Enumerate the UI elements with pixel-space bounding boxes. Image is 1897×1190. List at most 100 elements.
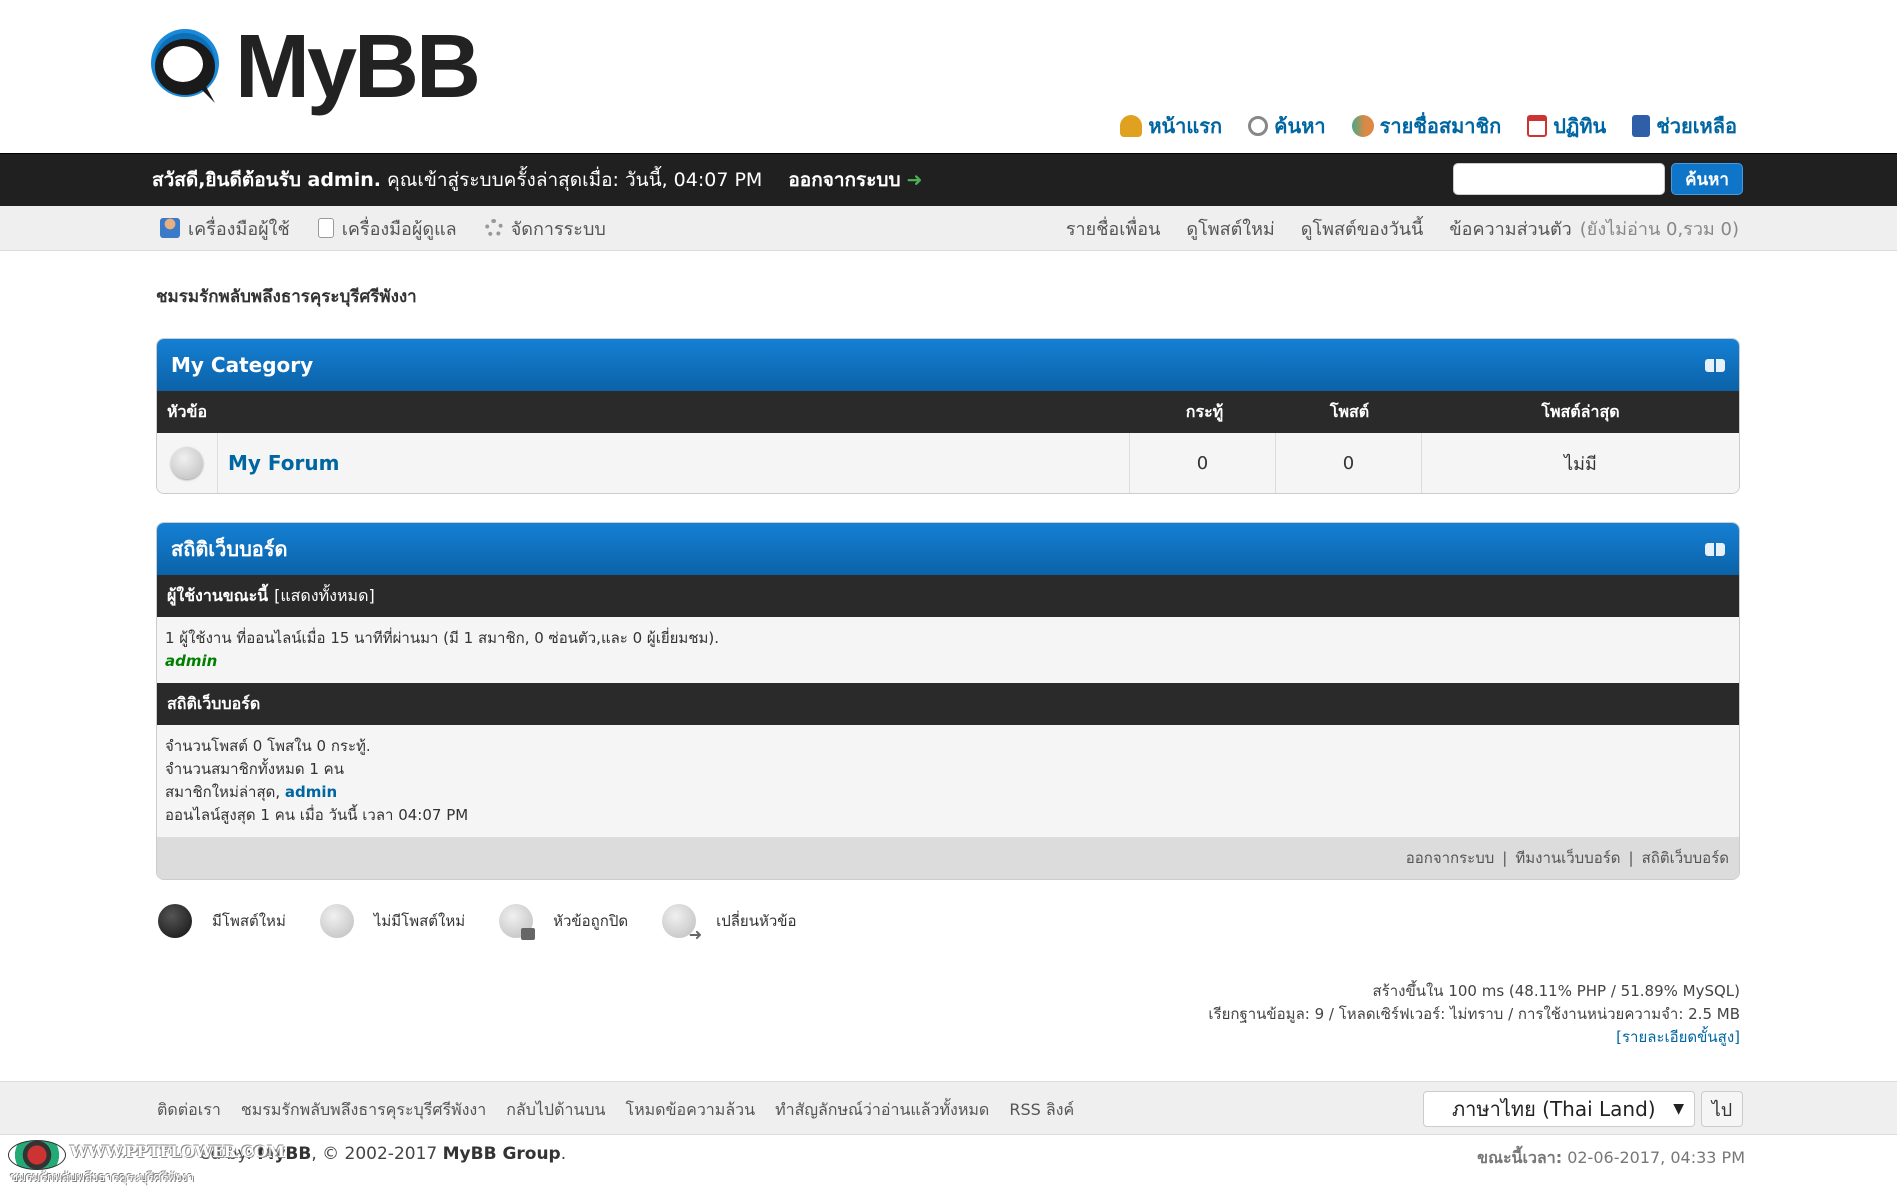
forum-row: My Forum 0 0 ไม่มี — [157, 433, 1739, 493]
logo-text: MyBB — [235, 17, 481, 117]
rss-link[interactable]: RSS ลิงค์ — [1009, 1098, 1074, 1123]
mod-cp-link[interactable]: เครื่องมือผู้ดูแล — [317, 214, 457, 243]
redirect-icon — [662, 904, 702, 944]
board-home-link[interactable]: ชมรมรักพลับพลึงธารคุระบุรีศรีพังงา — [241, 1098, 486, 1123]
header: MyBB หน้าแรก ค้นหา รายชื่อสมาชิก ปฏิทิน … — [0, 0, 1897, 153]
watermark-subtitle: ชมรมรักพลับพลึงธารคุระบุรีศรีพังงา — [10, 1170, 195, 1184]
lite-mode-link[interactable]: โหมดข้อความล้วน — [625, 1098, 755, 1123]
mybb-logo[interactable]: MyBB — [145, 17, 481, 117]
legend-label: มีโพสต์ใหม่ — [212, 912, 286, 930]
admin-cp-link[interactable]: จัดการระบบ — [484, 214, 606, 243]
last-visit: คุณเข้าสู่ระบบครั้งล่าสุดเมื่อ: วันนี้, … — [380, 169, 763, 191]
stats-most-online: ออนไลน์สูงสุด 1 คน เมื่อ วันนี้ เวลา 04:… — [165, 806, 469, 824]
footer-team-link[interactable]: ทีมงานเว็บบอร์ด — [1515, 846, 1620, 870]
debug-generated: สร้างขึ้นใน 100 ms (48.11% PHP / 51.89% … — [1372, 982, 1741, 1000]
category-box: My Category หัวข้อ กระทู้ โพสต์ โพสต์ล่า… — [156, 338, 1740, 494]
show-all-link[interactable]: [แสดงทั้งหมด] — [274, 584, 375, 609]
todays-posts-link[interactable]: ดูโพสต์ของวันนี้ — [1301, 214, 1424, 243]
sub-nav-label: เครื่องมือผู้ดูแล — [341, 218, 457, 240]
notepad-icon — [317, 218, 334, 238]
footer-logout-link[interactable]: ออกจากระบบ — [1406, 846, 1495, 870]
category-title[interactable]: My Category — [171, 353, 313, 377]
forum-last-post: ไม่มี — [1421, 433, 1739, 493]
board-title[interactable]: ชมรมรักพลับพลึงธารคุระบุรีศรีพังงา — [156, 283, 1740, 310]
online-summary: 1 ผู้ใช้งาน ที่ออนไลน์เมื่อ 15 นาทีที่ผ่… — [165, 629, 720, 647]
no-new-posts-icon — [319, 904, 354, 938]
legend-item: เปลี่ยนหัวข้อ — [662, 904, 797, 944]
search-input[interactable] — [1453, 163, 1665, 195]
watermark-logo-icon — [8, 1140, 66, 1170]
newest-member-prefix: สมาชิกใหม่ล่าสุด, — [165, 783, 285, 801]
speech-bubble-logo-icon — [151, 29, 219, 103]
new-posts-link[interactable]: ดูโพสต์ใหม่ — [1186, 214, 1274, 243]
dropdown-caret-icon: ▼ — [1673, 1101, 1684, 1117]
forum-status-cell — [157, 433, 218, 493]
search-button[interactable]: ค้นหา — [1671, 163, 1743, 195]
legend-item: มีโพสต์ใหม่ — [158, 904, 286, 938]
welcome-text: สวัสดี,ยินดีต้อนรับ admin. คุณเข้าสู่ระบ… — [152, 165, 922, 195]
bottom-nav: ติดต่อเรา ชมรมรักพลับพลึงธารคุระบุรีศรีพ… — [0, 1081, 1897, 1135]
current-time-value: 02-06-2017, 04:33 PM — [1562, 1148, 1745, 1167]
language-go-button[interactable]: ไป — [1701, 1091, 1743, 1127]
forum-threads: 0 — [1129, 433, 1275, 493]
legend-item: ไม่มีโพสต์ใหม่ — [319, 904, 466, 938]
search-icon — [1248, 116, 1269, 136]
online-user-link[interactable]: admin — [165, 650, 1731, 673]
debug-info: สร้างขึ้นใน 100 ms (48.11% PHP / 51.89% … — [1208, 980, 1740, 1049]
legend-item: หัวข้อถูกปิด — [499, 904, 629, 940]
top-link-search[interactable]: ค้นหา — [1248, 110, 1326, 142]
stats-header: สถิติเว็บบอร์ด — [157, 523, 1739, 575]
back-to-top-link[interactable]: กลับไปด้านบน — [506, 1098, 605, 1123]
separator: | — [1628, 849, 1634, 867]
forum-posts: 0 — [1275, 433, 1421, 493]
gear-icon — [484, 219, 503, 237]
current-time: ขณะนี้เวลา: 02-06-2017, 04:33 PM — [1477, 1146, 1745, 1171]
top-link-label: รายชื่อสมาชิก — [1379, 114, 1502, 138]
stats-newest-member: สมาชิกใหม่ล่าสุด, admin — [165, 781, 1731, 804]
advanced-details-link[interactable]: [รายละเอียดขั้นสูง] — [1208, 1026, 1740, 1049]
col-last-post: โพสต์ล่าสุด — [1541, 401, 1620, 421]
logout-link[interactable]: ออกจากระบบ — [788, 169, 900, 191]
stats-posts: จำนวนโพสต์ 0 โพสใน 0 กระทู้. — [165, 737, 371, 755]
private-messages-link[interactable]: ข้อความส่วนตัว (ยังไม่อ่าน 0,รวม 0) — [1449, 214, 1739, 243]
greeting: สวัสดี,ยินดีต้อนรับ admin. — [152, 169, 381, 191]
arrow-right-icon: ➜ — [906, 169, 923, 191]
sub-nav: เครื่องมือผู้ใช้ เครื่องมือผู้ดูแล จัดกา… — [0, 206, 1897, 251]
pm-count: (ยังไม่อ่าน 0,รวม 0) — [1579, 218, 1739, 240]
top-link-label: ปฏิทิน — [1553, 114, 1607, 138]
collapse-icon[interactable] — [1705, 543, 1725, 556]
sub-nav-label: จัดการระบบ — [510, 218, 606, 240]
buddy-list-link[interactable]: รายชื่อเพื่อน — [1066, 214, 1160, 243]
language-value: ภาษาไทย (Thai Land) — [1452, 1097, 1656, 1121]
sub-nav-right: รายชื่อเพื่อน ดูโพสต์ใหม่ ดูโพสต์ของวันน… — [1066, 214, 1739, 243]
top-link-help[interactable]: ช่วยเหลือ — [1632, 110, 1737, 142]
top-links: หน้าแรก ค้นหา รายชื่อสมาชิก ปฏิทิน ช่วยเ… — [1120, 110, 1737, 142]
top-link-members[interactable]: รายชื่อสมาชิก — [1351, 110, 1502, 142]
top-link-label: ช่วยเหลือ — [1656, 114, 1737, 138]
locked-icon — [499, 904, 536, 940]
mybb-group-link[interactable]: MyBB Group — [443, 1144, 561, 1164]
user-cp-link[interactable]: เครื่องมือผู้ใช้ — [160, 214, 290, 243]
board-stats-header: สถิติเว็บบอร์ด — [157, 683, 1739, 725]
calendar-icon — [1527, 115, 1548, 137]
language-select[interactable]: ภาษาไทย (Thai Land) ▼ — [1423, 1091, 1695, 1127]
col-threads: กระทู้ — [1185, 401, 1224, 421]
online-users-label: ผู้ใช้งานขณะนี้ — [167, 585, 269, 605]
online-users-body: 1 ผู้ใช้งาน ที่ออนไลน์เมื่อ 15 นาทีที่ผ่… — [157, 617, 1739, 683]
newest-member-link[interactable]: admin — [285, 783, 337, 801]
top-link-calendar[interactable]: ปฏิทิน — [1527, 110, 1606, 142]
watermark-url: WWW.PPTFLOWER.COM — [70, 1142, 285, 1161]
contact-us-link[interactable]: ติดต่อเรา — [157, 1098, 221, 1123]
welcome-bar: สวัสดี,ยินดีต้อนรับ admin. คุณเข้าสู่ระบ… — [0, 153, 1897, 206]
footer-stats-link[interactable]: สถิติเว็บบอร์ด — [1642, 846, 1729, 870]
legend-label: หัวข้อถูกปิด — [553, 912, 629, 930]
mark-all-read-link[interactable]: ทำสัญลักษณ์ว่าอ่านแล้วทั้งหมด — [775, 1098, 989, 1123]
online-users-header: ผู้ใช้งานขณะนี้ [แสดงทั้งหมด] — [157, 575, 1739, 617]
members-icon — [1351, 115, 1374, 137]
top-link-home[interactable]: หน้าแรก — [1120, 110, 1222, 142]
forum-legend: มีโพสต์ใหม่ ไม่มีโพสต์ใหม่ หัวข้อถูกปิด … — [156, 904, 1740, 944]
legend-label: ไม่มีโพสต์ใหม่ — [373, 912, 466, 930]
collapse-icon[interactable] — [1705, 359, 1725, 372]
bell-icon — [1120, 115, 1143, 137]
forum-link[interactable]: My Forum — [218, 433, 1129, 493]
